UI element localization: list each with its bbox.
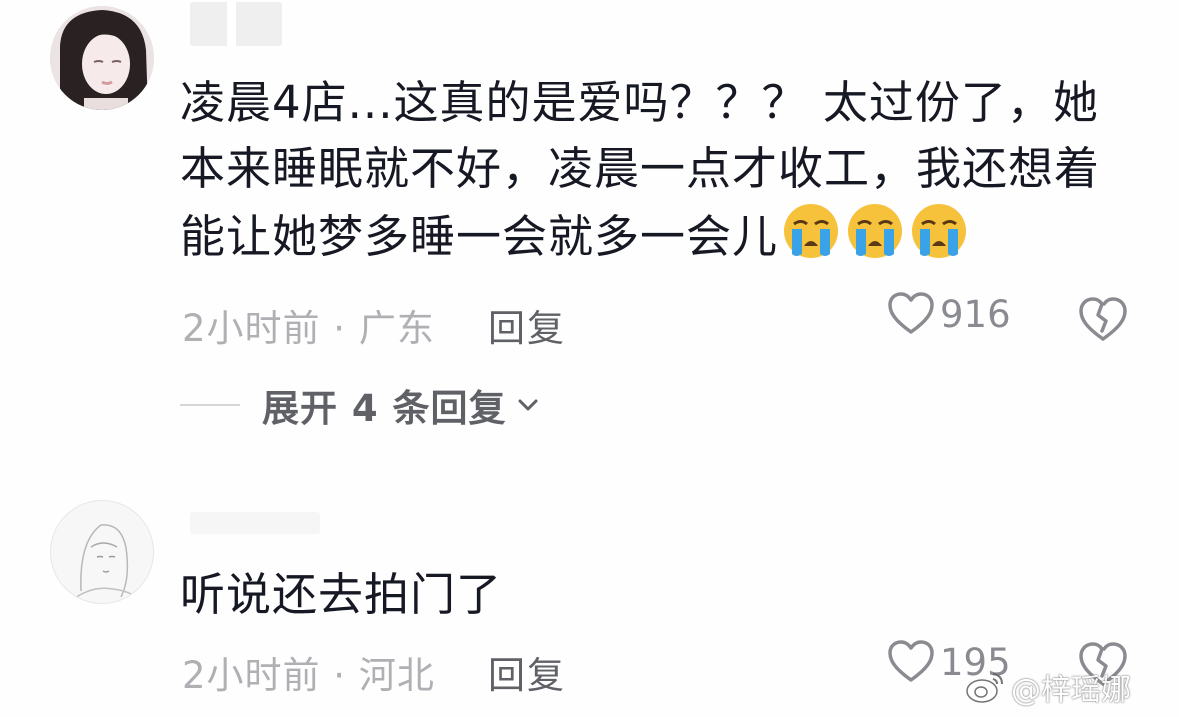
- expand-replies-button[interactable]: 展开 4 条回复: [180, 378, 541, 432]
- watermark-text: @梓瑶娜: [1011, 673, 1131, 708]
- chevron-down-icon: [518, 399, 538, 411]
- username-redacted[interactable]: [190, 512, 320, 534]
- comment-text: 凌晨4店...这真的是爱吗？？？ 太过份了，她本来睡眠就不好，凌晨一点才收工，我…: [180, 70, 1130, 270]
- heart-outline-icon: [888, 640, 934, 682]
- comment-item: 凌晨4店...这真的是爱吗？？？ 太过份了，她本来睡眠就不好，凌晨一点才收工，我…: [0, 0, 1179, 460]
- crying-face-emoji-icon: [784, 204, 839, 258]
- watermark: @梓瑶娜: [965, 665, 1131, 709]
- comment-body: 听说还去拍门了: [180, 568, 503, 621]
- crying-face-emoji-icon: [848, 204, 903, 258]
- avatar-sketch: [51, 501, 153, 603]
- avatar[interactable]: [50, 6, 154, 110]
- expand-replies-label: 展开 4 条回复: [262, 387, 507, 430]
- heart-outline-icon: [888, 292, 934, 334]
- comment-text: 听说还去拍门了: [180, 562, 1130, 628]
- comment-meta: 2小时前 · 广东: [182, 307, 435, 350]
- comment-meta: 2小时前 · 河北: [182, 654, 435, 697]
- reply-button[interactable]: 回复: [488, 298, 566, 352]
- divider-line: [180, 404, 240, 406]
- username-redacted[interactable]: [190, 2, 282, 46]
- avatar[interactable]: [50, 500, 154, 604]
- crying-face-emoji-icon: [912, 204, 967, 258]
- like-button[interactable]: 916: [888, 292, 1011, 336]
- broken-heart-icon[interactable]: [1078, 295, 1128, 345]
- like-count: 916: [940, 292, 1011, 336]
- weibo-logo-icon: [966, 673, 1003, 703]
- emoji-group: [782, 202, 968, 260]
- avatar-photo: [50, 6, 154, 110]
- reply-button[interactable]: 回复: [488, 645, 566, 699]
